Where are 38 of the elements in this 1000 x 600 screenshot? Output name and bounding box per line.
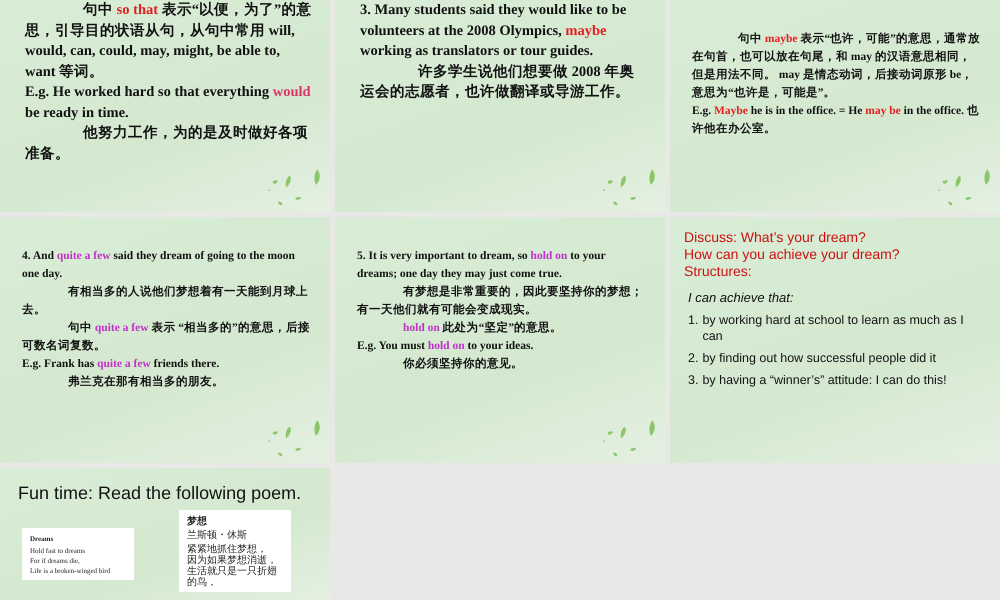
list-number: 3. bbox=[688, 372, 698, 388]
slide-text: 句中 quite a few 表示 “相当多的”的意思，后接可数名词复数。 bbox=[22, 320, 310, 354]
poem-author: 兰斯顿・休斯 bbox=[187, 530, 248, 542]
slide-thumbnail[interactable]: 4. And quite a few said they dream of going to the moon one day. 有相当多的人说他们梦想着有一天能到月球上去。 句中 quite a few 表示 “相当多的”的意思，后接可数名词复数。 E.g. Frank has quite a few friends there. 弗兰克在那有相当多的朋友。 bbox=[0, 217, 330, 463]
list-text: by working hard at school to learn as much as I can bbox=[702, 312, 965, 344]
slide-heading: Structures: bbox=[684, 263, 753, 280]
slide-subheading: I can achieve that: bbox=[688, 289, 795, 307]
slide-text: E.g. You must hold on to your ideas. bbox=[357, 339, 534, 354]
list-text: by finding out how successful people did it bbox=[702, 350, 936, 366]
slide-text: E.g. He worked hard so that everything would be ready in time. bbox=[25, 83, 312, 122]
slide-text: 4. And quite a few said they dream of going to the moon one day. bbox=[22, 249, 296, 282]
list-number: 1. bbox=[688, 312, 698, 328]
poem-line: 因为如果梦想消逝， bbox=[187, 555, 278, 566]
slide-text: E.g. Maybe he is in the office. = He may be in the office. 也许他在办公室。 bbox=[692, 103, 980, 137]
slide-thumbnail[interactable]: 句中 so that 表示“以便，为了”的意思，引导目的状语从句，从句中常用 will, would, can, could, may, might, be able to, want 等词。 E.g. He worked hard so that everything would be ready in time. 他努力工作，为的是及时做好各项准备。 bbox=[0, 0, 330, 212]
slide-text: 句中 maybe 表示“也许，可能”的意思，通常放在句首，也可以放在句尾，和 may 的汉语意思相同，但是用法不同。 may 是情态动词，后接动词原形 be，意思为“也许是，可能是”。 bbox=[692, 31, 980, 101]
slide-thumbnail[interactable]: 3. Many students said they would like to be volunteers at the 2008 Olympics, maybe working as translators or tour guides. 许多学生说他们想要做 2008 年奥运会的志愿者，也许做翻译或导游工作。 bbox=[335, 0, 665, 212]
slide-text: 3. Many students said they would like to be volunteers at the 2008 Olympics, maybe working as translators or tour guides. bbox=[360, 1, 628, 61]
slide-text: 句中 so that 表示“以便，为了”的意思，引导目的状语从句，从句中常用 will, would, can, could, may, might, be able to, want 等词。 bbox=[25, 0, 312, 82]
slide-text: 弗兰克在那有相当多的朋友。 bbox=[67, 374, 225, 390]
slide-heading: Discuss: What’s your dream? bbox=[684, 229, 867, 246]
slide-thumbnail[interactable]: 5. It is very important to dream, so hold on to your dreams; one day they may just come true. 有梦想是非常重要的，因此要坚持你的梦想；有一天他们就有可能会变成现实。 hold on 此处为“坚定”的意思。 E.g. You must hold on to your ideas. 你必须坚持你的意见。 bbox=[335, 217, 665, 463]
poem-title: 梦想 bbox=[187, 516, 208, 528]
slide-text: 有梦想是非常重要的，因此要坚持你的梦想；有一天他们就有可能会变成现实。 bbox=[357, 284, 644, 318]
list-text: by having a “winner’s” attitude: I can do this! bbox=[702, 372, 947, 388]
poem-line: 生活就只是一只折翅的鸟， bbox=[187, 566, 278, 588]
slide-heading: How can you achieve your dream? bbox=[684, 246, 901, 263]
slide-text: E.g. Frank has quite a few friends there. bbox=[22, 357, 220, 372]
slide-text: 他努力工作，为的是及时做好各项准备。 bbox=[25, 124, 309, 164]
list-number: 2. bbox=[688, 350, 698, 366]
slide-text: 5. It is very important to dream, so hold on to your dreams; one day they may just come true. bbox=[357, 249, 606, 282]
slide-text: 许多学生说他们想要做 2008 年奥运会的志愿者，也许做翻译或导游工作。 bbox=[360, 62, 636, 102]
slide-title: Fun time: Read the following poem. bbox=[17, 482, 302, 504]
slide-text: hold on 此处为“坚定”的意思。 bbox=[402, 320, 564, 336]
slide-text: 你必须坚持你的意见。 bbox=[402, 356, 524, 372]
slide-thumbnail[interactable]: 句中 maybe 表示“也许，可能”的意思，通常放在句首，也可以放在句尾，和 may 的汉语意思相同，但是用法不同。 may 是情态动词，后接动词原形 be，意思为“也许是，可能是”。 E.g. Maybe he is in the office. = He may be in the office. 也许他在办公室。 bbox=[670, 0, 1000, 212]
poem-line: 紧紧地抓住梦想， bbox=[187, 544, 268, 555]
slide-text: 有相当多的人说他们梦想着有一天能到月球上去。 bbox=[22, 284, 309, 318]
